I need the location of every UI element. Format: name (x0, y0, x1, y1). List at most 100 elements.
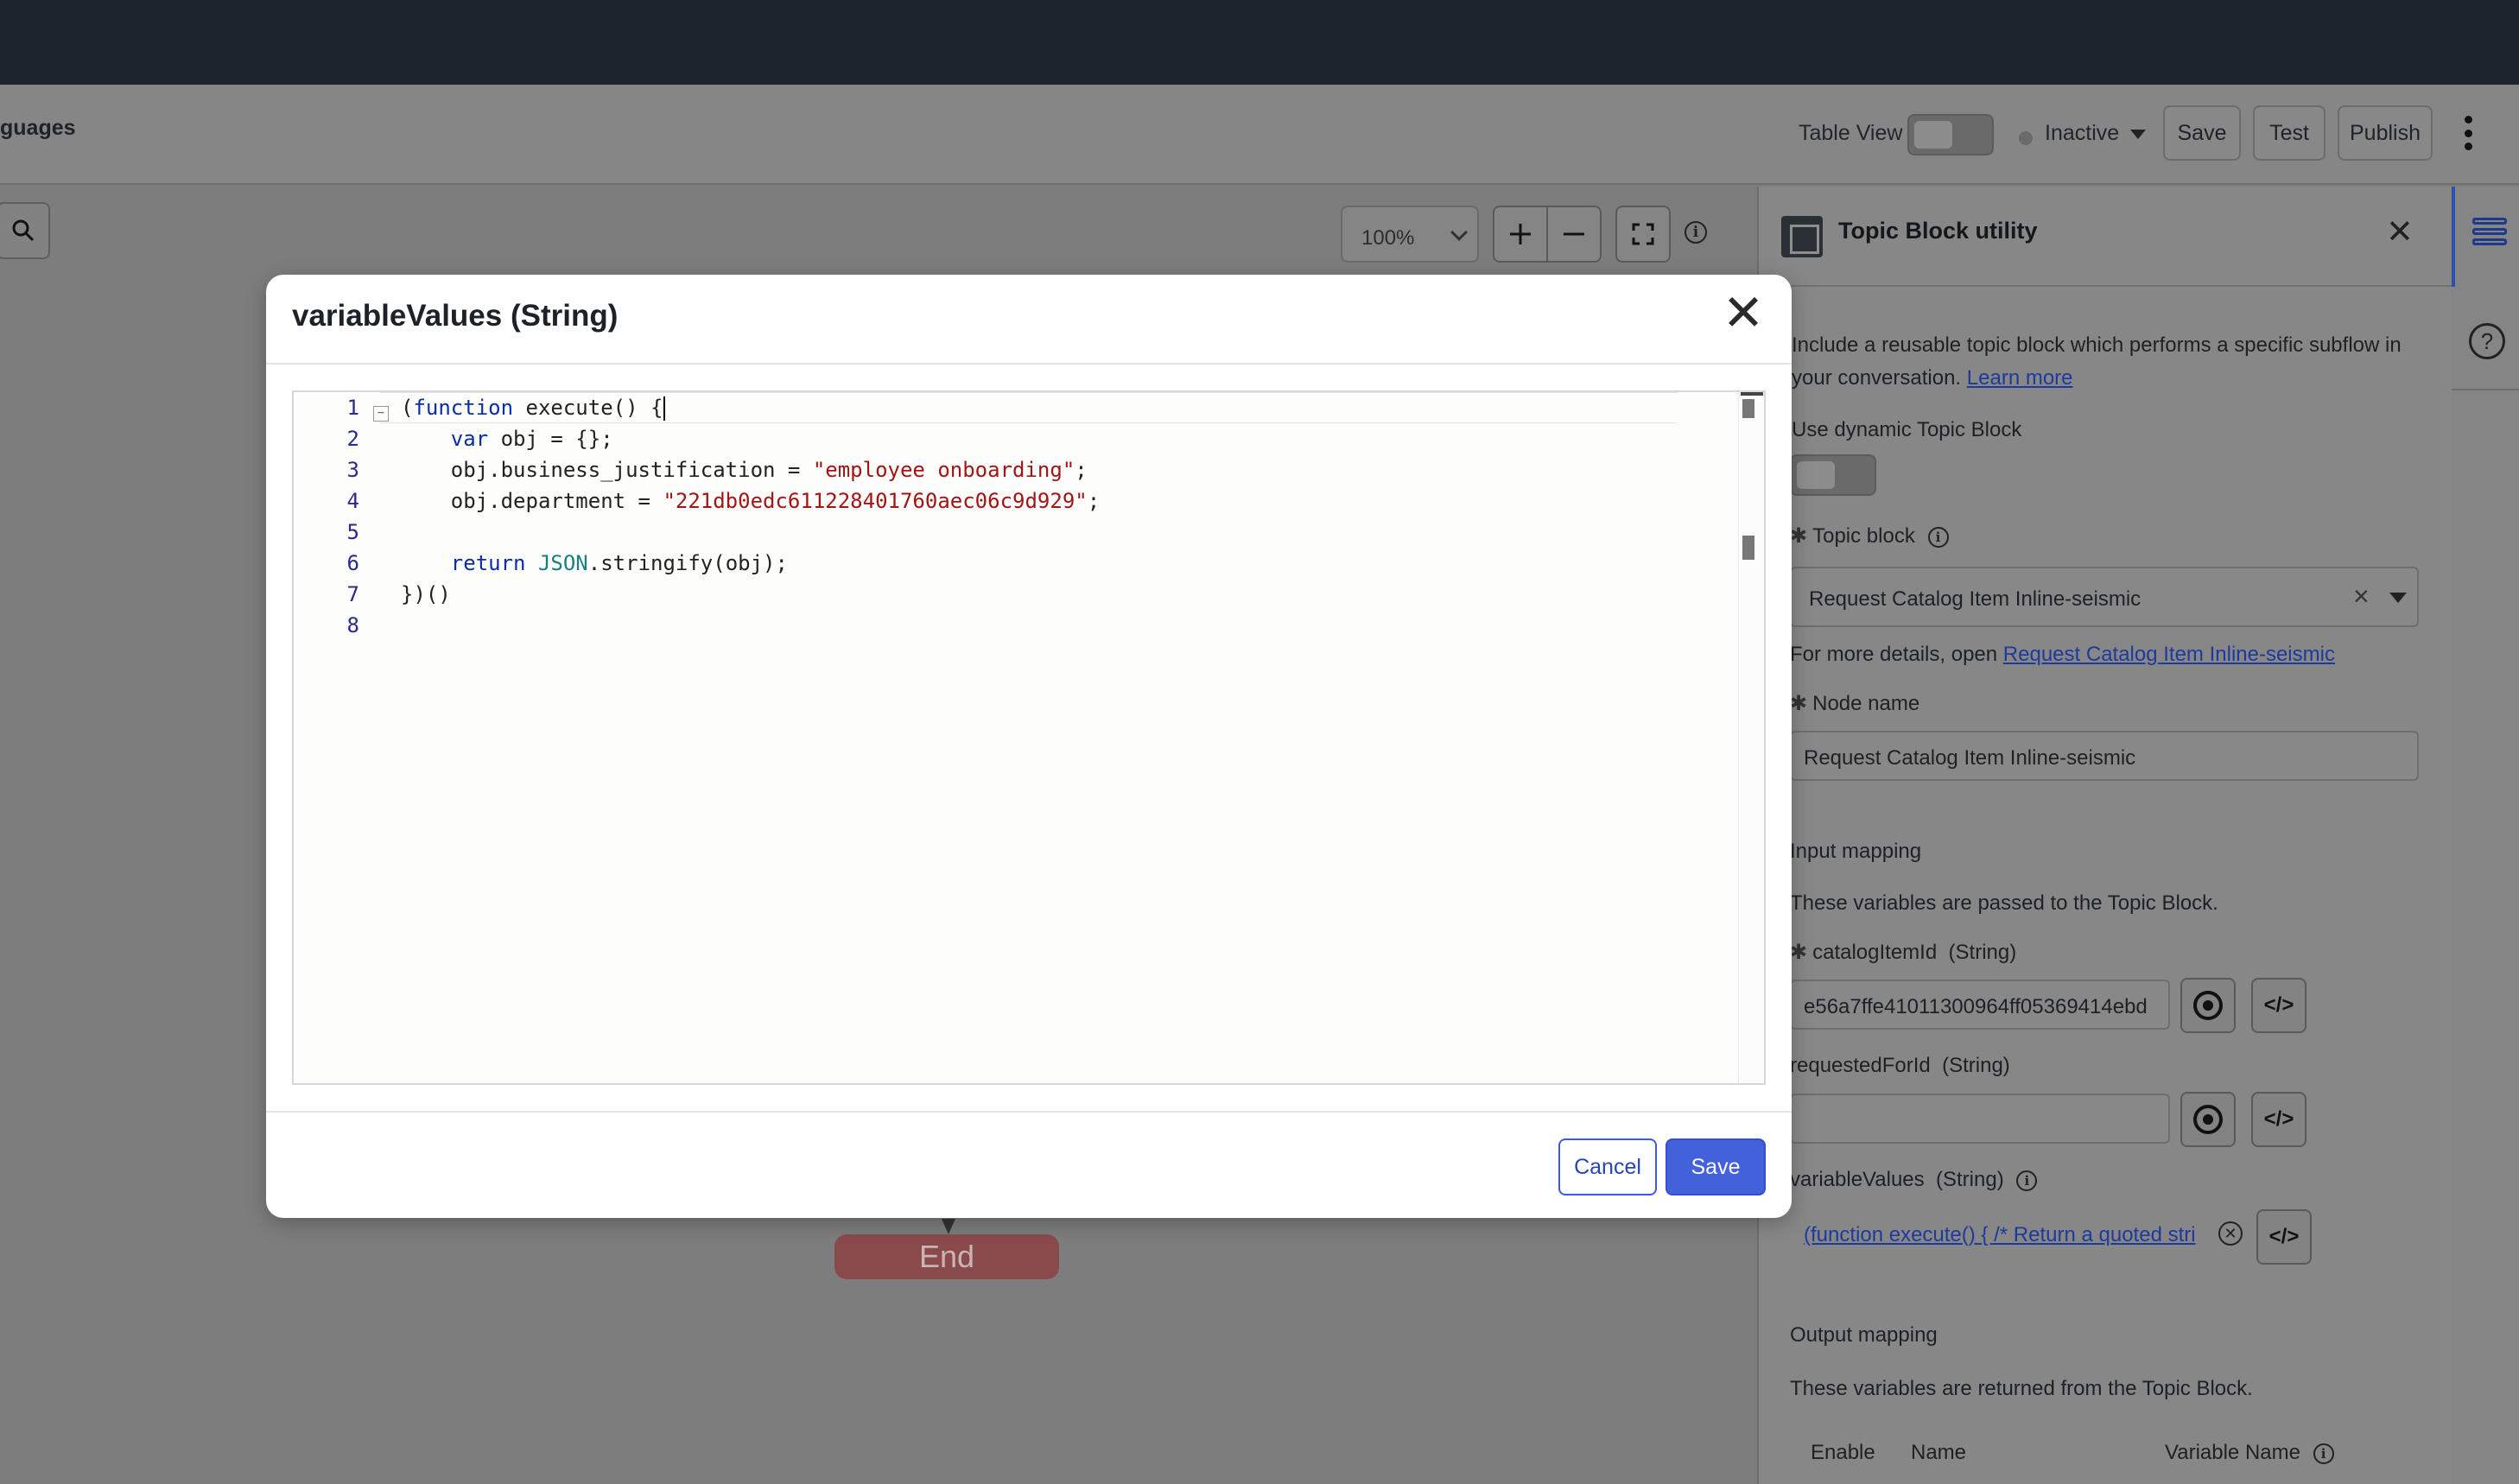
divider (266, 1111, 1792, 1113)
minus-icon (1564, 232, 1584, 236)
learn-more-link[interactable]: Learn more (1967, 366, 2073, 390)
properties-tab[interactable] (2452, 187, 2519, 287)
topic-block-icon (1781, 216, 1823, 257)
line-number: 8 (346, 613, 359, 637)
catalog-item-input[interactable]: e56a7ffe41011300964ff05369414ebd (1790, 980, 2170, 1030)
fit-screen-icon (1632, 223, 1654, 245)
help-icon[interactable]: ? (2469, 323, 2505, 359)
dynamic-topic-label: Use dynamic Topic Block (1792, 418, 2022, 441)
topic-block-value: Request Catalog Item Inline-seismic (1809, 587, 2141, 611)
zoom-select[interactable]: 100% (1341, 206, 1479, 263)
code-icon: </> (2263, 993, 2294, 1017)
close-icon[interactable]: ✕ (1719, 288, 1767, 338)
flow-header: guages Table View Inactive Save Test Pub… (0, 85, 2519, 185)
table-view-label: Table View (1799, 121, 1903, 145)
input-mapping-description: These variables are passed to the Topic … (1790, 891, 2218, 915)
details-text: For more details, open Request Catalog I… (1790, 643, 2335, 666)
output-mapping-description: These variables are returned from the To… (1790, 1377, 2253, 1400)
output-mapping-title: Output mapping (1790, 1323, 1938, 1347)
end-node[interactable]: End (834, 1234, 1059, 1279)
line-number-gutter: 1 2 3 4 5 6 7 8 − (294, 392, 389, 1083)
publish-button[interactable]: Publish (2338, 105, 2433, 161)
topic-block-select[interactable]: Request Catalog Item Inline-seismic × (1790, 567, 2419, 627)
clear-icon[interactable]: ✕ (2218, 1221, 2243, 1246)
script-button[interactable]: </> (2251, 1092, 2306, 1147)
code-line: var obj = {}; (450, 427, 613, 451)
column-header-name: Name (1911, 1441, 1967, 1464)
panel-description-line2: your conversation. Learn more (1792, 366, 2073, 390)
line-number: 4 (346, 489, 359, 513)
test-button[interactable]: Test (2253, 105, 2325, 161)
divider (2452, 389, 2519, 390)
connector-arrow (942, 1219, 955, 1234)
code-editor[interactable]: 1 2 3 4 5 6 7 8 − (function execute() { … (292, 390, 1766, 1085)
variable-values-script-link[interactable]: (function execute() { /* Return a quoted… (1804, 1223, 2210, 1247)
line-number: 1 (346, 396, 359, 420)
code-line: obj.business_justification = "employee o… (401, 458, 1088, 482)
variable-picker-button[interactable] (2180, 978, 2236, 1033)
status-dropdown[interactable]: Inactive (2045, 121, 2119, 146)
top-nav-bar (0, 0, 2519, 85)
chevron-down-icon[interactable] (2130, 130, 2146, 139)
kebab-menu-icon[interactable] (2462, 116, 2474, 150)
chevron-down-icon (1450, 224, 1468, 241)
zoom-in-button[interactable] (1493, 206, 1548, 263)
fold-icon[interactable]: − (373, 406, 389, 422)
search-button[interactable] (0, 202, 50, 259)
zoom-value: 100% (1361, 226, 1415, 250)
search-icon (12, 219, 35, 242)
code-line: })() (401, 582, 451, 606)
modal-title: variableValues (String) (292, 299, 619, 333)
save-button[interactable]: Save (2163, 105, 2241, 161)
topic-block-label: ✱ Topic block i (1790, 523, 1949, 549)
status-dot (2019, 131, 2033, 145)
line-number: 6 (346, 551, 359, 575)
code-line: obj.department = "221db0edc611228401760a… (401, 489, 1101, 513)
info-icon[interactable]: i (1685, 221, 1707, 244)
code-icon: </> (2263, 1107, 2294, 1131)
breadcrumb[interactable]: guages (0, 116, 76, 141)
input-mapping-title: Input mapping (1790, 840, 1922, 863)
info-icon[interactable]: i (2016, 1170, 2038, 1191)
script-editor-modal: variableValues (String) ✕ 1 2 3 4 5 6 7 … (266, 275, 1792, 1218)
info-icon[interactable]: i (1927, 526, 1949, 548)
catalog-item-label: ✱ catalogItemId (String) (1790, 941, 2017, 964)
fit-screen-button[interactable] (1615, 206, 1671, 263)
script-button[interactable]: </> (2251, 978, 2306, 1033)
text-cursor (663, 396, 666, 421)
panel-header: Topic Block utility ✕ (1759, 187, 2453, 287)
right-rail: ? (2452, 187, 2519, 1484)
panel-title: Topic Block utility (1838, 218, 2038, 244)
column-header-variable-name: Variable Name i (2165, 1441, 2334, 1465)
variable-values-label: variableValues (String) i (1790, 1168, 2038, 1192)
save-button[interactable]: Save (1666, 1138, 1766, 1195)
target-icon (2193, 991, 2223, 1020)
code-line: (function execute() { (401, 392, 666, 423)
editor-scrollbar[interactable] (1738, 392, 1764, 1083)
variable-picker-button[interactable] (2180, 1092, 2236, 1147)
dynamic-topic-toggle[interactable] (1790, 454, 1876, 496)
line-number: 5 (346, 520, 359, 544)
code-icon: </> (2268, 1225, 2300, 1248)
cancel-button[interactable]: Cancel (1558, 1138, 1657, 1195)
close-icon[interactable]: ✕ (2386, 212, 2414, 251)
info-icon[interactable]: i (2313, 1443, 2334, 1464)
zoom-out-button[interactable] (1546, 206, 1602, 263)
requested-for-input[interactable] (1790, 1094, 2170, 1144)
requested-for-label: requestedForId (String) (1790, 1054, 2010, 1077)
line-number: 7 (346, 582, 359, 606)
plus-icon (1510, 224, 1531, 244)
script-button[interactable]: </> (2256, 1209, 2312, 1265)
column-header-enable: Enable (1811, 1441, 1875, 1464)
table-view-toggle[interactable] (1907, 114, 1994, 155)
code-line: return JSON.stringify(obj); (450, 551, 788, 575)
chevron-down-icon[interactable] (2389, 593, 2407, 603)
panel-description: Include a reusable topic block which per… (1792, 333, 2402, 357)
line-number: 2 (346, 427, 359, 451)
properties-panel: Topic Block utility ✕ Include a reusable… (1757, 187, 2453, 1484)
target-icon (2193, 1105, 2223, 1134)
topic-block-link[interactable]: Request Catalog Item Inline-seismic (2003, 643, 2335, 666)
line-number: 3 (346, 458, 359, 482)
node-name-input[interactable]: Request Catalog Item Inline-seismic (1790, 731, 2419, 781)
clear-icon[interactable]: × (2353, 580, 2370, 612)
